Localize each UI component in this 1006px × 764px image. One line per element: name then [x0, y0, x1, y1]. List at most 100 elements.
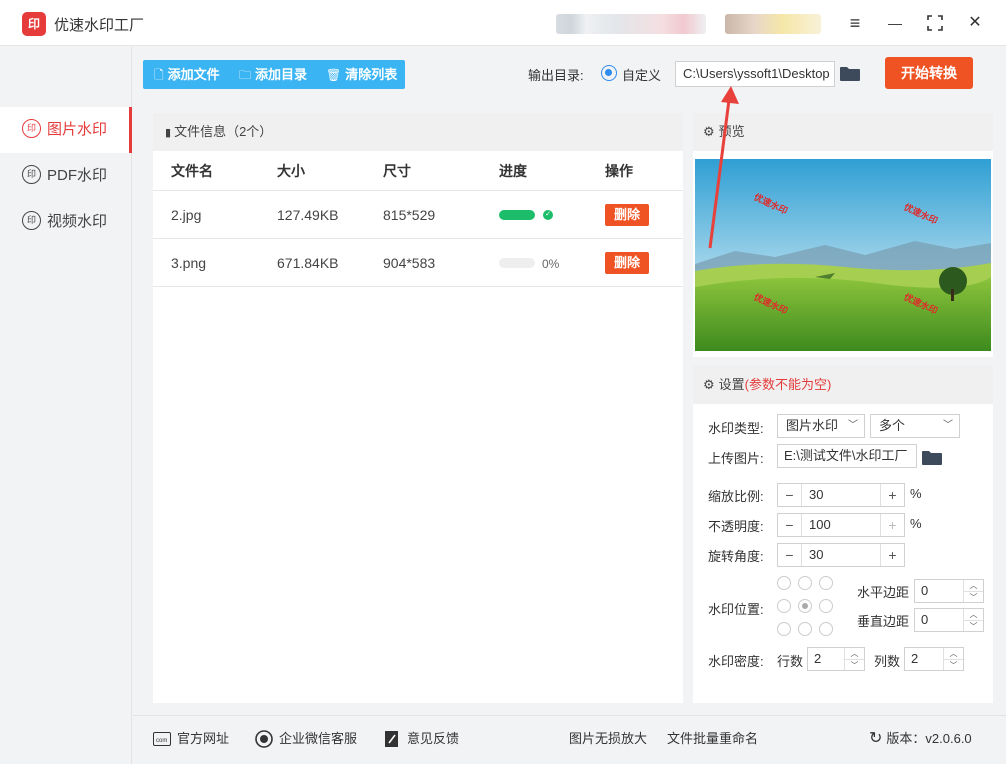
spin-down-icon[interactable]: ﹀	[964, 591, 983, 602]
horizontal-margin-value: 0	[921, 583, 929, 598]
position-middle-right[interactable]	[819, 599, 833, 613]
feedback-link[interactable]: 意见反馈	[383, 716, 459, 762]
sidebar: 印图片水印 印 PDF水印 印视频水印	[0, 47, 132, 764]
start-convert-button[interactable]: 开始转换	[885, 57, 973, 89]
rotation-label: 旋转角度:	[708, 549, 764, 564]
settings-warning: (参数不能为空)	[744, 377, 832, 392]
position-middle-left[interactable]	[777, 599, 791, 613]
maximize-icon[interactable]	[922, 10, 948, 36]
cols-input[interactable]: 2 ︿ ﹀	[904, 647, 964, 671]
redacted-account-badge	[725, 14, 821, 34]
spin-down-icon[interactable]: ﹀	[845, 659, 864, 670]
increment-button[interactable]: +	[880, 484, 904, 506]
rows-input[interactable]: 2 ︿ ﹀	[807, 647, 865, 671]
preview-panel: ⚙ 预览 优速水印 优速水印 优速水印 优速水印	[693, 113, 993, 357]
decrement-button[interactable]: −	[778, 544, 802, 566]
chevron-down-icon: ﹀	[848, 420, 858, 431]
multi-select[interactable]: 多个 ﹀	[870, 414, 960, 438]
column-size: 大小	[277, 163, 305, 179]
spin-arrows: ︿ ﹀	[844, 648, 864, 670]
file-dimensions: 904*583	[383, 255, 436, 271]
browse-image-folder-icon[interactable]	[922, 450, 942, 465]
progress-bar	[499, 210, 535, 220]
custom-output-radio[interactable]	[601, 65, 617, 81]
add-directory-button[interactable]: 🗀 添加目录	[239, 60, 307, 89]
version-info[interactable]: ↻ 版本：v2.0.6.0	[869, 716, 972, 762]
file-size: 127.49KB	[277, 207, 339, 223]
spin-down-icon[interactable]: ﹀	[944, 659, 963, 670]
opacity-stepper[interactable]: − 100 +	[777, 513, 905, 537]
table-row[interactable]: 3.png 671.84KB 904*583 0% 删除	[153, 239, 683, 287]
spin-up-icon[interactable]: ︿	[944, 648, 963, 659]
position-center[interactable]	[798, 599, 812, 613]
column-progress: 进度	[499, 163, 527, 179]
position-bottom-center[interactable]	[798, 622, 812, 636]
output-dir-label: 输出目录:	[528, 68, 584, 83]
position-top-left[interactable]	[777, 576, 791, 590]
cols-value: 2	[911, 651, 919, 666]
position-bottom-left[interactable]	[777, 622, 791, 636]
settings-title: 设置	[718, 377, 745, 392]
decrement-button[interactable]: −	[778, 484, 802, 506]
table-row[interactable]: 2.jpg 127.49KB 815*529 ✓ 删除	[153, 191, 683, 239]
delete-button[interactable]: 删除	[605, 204, 649, 226]
spin-arrows: ︿ ﹀	[963, 609, 983, 631]
position-top-right[interactable]	[819, 576, 833, 590]
title-bar: 印 优速水印工厂 ≡ — ✕	[0, 0, 1006, 46]
file-icon: 🗋	[154, 68, 164, 82]
sidebar-item-video-watermark[interactable]: 印视频水印	[0, 199, 132, 245]
file-info-title: 文件信息（2个）	[174, 124, 273, 139]
delete-button[interactable]: 删除	[605, 252, 649, 274]
opacity-label: 不透明度:	[708, 519, 764, 534]
minimize-icon[interactable]: —	[882, 10, 908, 36]
scale-stepper[interactable]: − 30 +	[777, 483, 905, 507]
add-file-button[interactable]: 🗋 添加文件	[154, 60, 220, 89]
clear-list-button[interactable]: 🗑 清除列表	[326, 60, 397, 89]
browse-output-folder-icon[interactable]	[840, 66, 860, 81]
batch-rename-link[interactable]: 文件批量重命名	[667, 716, 758, 762]
spin-arrows: ︿ ﹀	[943, 648, 963, 670]
lossless-enlarge-link[interactable]: 图片无损放大	[569, 716, 647, 762]
output-path-input[interactable]: C:\Users\yssoft1\Desktop	[675, 61, 835, 87]
decrement-button[interactable]: −	[778, 514, 802, 536]
spin-up-icon[interactable]: ︿	[845, 648, 864, 659]
watermark-type-select[interactable]: 图片水印 ﹀	[777, 414, 865, 438]
gear-icon: ⚙	[703, 124, 715, 139]
footer-bar: com 官方网址 企业微信客服 意见反馈 图片无损放大 文件批量重命名 ↻ 版本：v…	[133, 715, 1006, 764]
document-icon: ▮	[165, 127, 172, 139]
wechat-label: 企业微信客服	[279, 731, 358, 746]
close-icon[interactable]: ✕	[962, 10, 988, 36]
progress-fill	[499, 210, 535, 220]
menu-icon[interactable]: ≡	[842, 10, 868, 36]
settings-panel: ⚙ 设置(参数不能为空) 水印类型: 图片水印 ﹀ 多个 ﹀ 上传图片: E:\测试文…	[693, 366, 993, 703]
sidebar-item-pdf-watermark[interactable]: 印 PDF水印	[0, 153, 132, 199]
sidebar-item-image-watermark[interactable]: 印图片水印	[0, 107, 132, 153]
horizontal-margin-input[interactable]: 0 ︿ ﹀	[914, 579, 984, 603]
density-label: 水印密度:	[708, 654, 764, 669]
check-icon: ✓	[543, 210, 553, 220]
scale-label: 缩放比例:	[708, 489, 764, 504]
horizontal-margin-label: 水平边距	[857, 585, 910, 600]
spin-down-icon[interactable]: ﹀	[964, 620, 983, 631]
website-link[interactable]: com 官方网址	[153, 716, 229, 762]
folder-outline-icon: 🗀	[239, 68, 252, 82]
chat-icon	[255, 729, 273, 748]
rotation-stepper[interactable]: − 30 +	[777, 543, 905, 567]
spin-up-icon[interactable]: ︿	[964, 580, 983, 591]
progress-percent: 0%	[542, 257, 560, 271]
stamp-icon: 印	[22, 119, 41, 139]
increment-button[interactable]: +	[880, 514, 904, 536]
add-dir-label: 添加目录	[255, 67, 308, 82]
increment-button[interactable]: +	[880, 544, 904, 566]
progress-bar	[499, 258, 535, 268]
position-top-center[interactable]	[798, 576, 812, 590]
trash-icon: 🗑	[326, 68, 342, 82]
upload-path-input[interactable]: E:\测试文件\水印工厂	[777, 444, 917, 468]
spin-up-icon[interactable]: ︿	[964, 609, 983, 620]
preview-title: 预览	[718, 124, 745, 139]
position-bottom-right[interactable]	[819, 622, 833, 636]
wechat-service-link[interactable]: 企业微信客服	[255, 716, 357, 762]
file-name: 3.png	[171, 255, 207, 271]
vertical-margin-input[interactable]: 0 ︿ ﹀	[914, 608, 984, 632]
redacted-user-info	[556, 14, 706, 34]
